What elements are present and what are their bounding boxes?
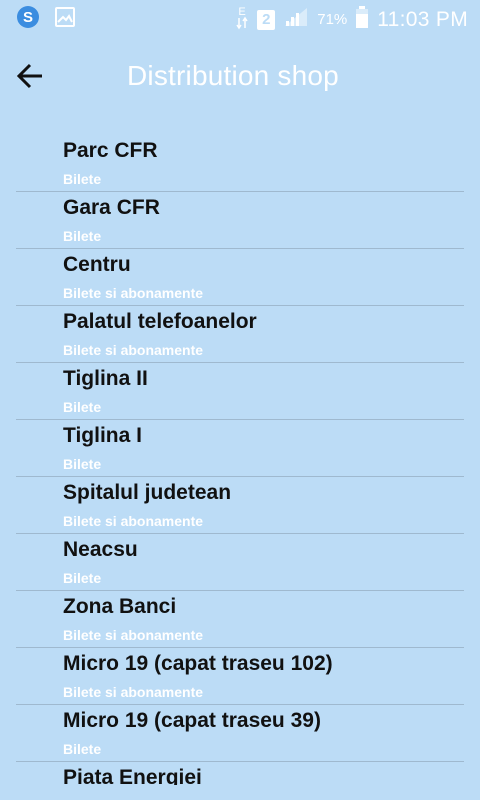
shop-type: Bilete si abonamente (63, 627, 204, 643)
shop-name: Parc CFR (63, 139, 158, 162)
arrow-back-icon (15, 61, 45, 96)
shop-name: Zona Banci (63, 595, 177, 618)
status-bar-notifications: S (16, 5, 76, 34)
shop-type: Bilete (63, 399, 102, 415)
signal-icon (283, 6, 309, 33)
shop-type: Bilete (63, 570, 102, 586)
shop-name: Micro 19 (capat traseu 39) (63, 709, 321, 732)
list-item[interactable]: Palatul telefoanelor Bilete si abonamente (0, 306, 480, 363)
status-bar-system: E 2 71% 11:03 PM (235, 4, 468, 35)
list-item[interactable]: Piata Energiei (0, 762, 480, 785)
list-item[interactable]: Spitalul judetean Bilete si abonamente (0, 477, 480, 534)
list-item[interactable]: Neacsu Bilete (0, 534, 480, 591)
gallery-icon (54, 6, 76, 33)
shop-name: Neacsu (63, 538, 138, 561)
skype-icon: S (16, 5, 40, 34)
shop-type: Bilete si abonamente (63, 684, 204, 700)
clock: 11:03 PM (377, 7, 468, 31)
distribution-shop-list[interactable]: Parc CFR Bilete Gara CFR Bilete Centru Bilete… (0, 135, 480, 785)
svg-text:S: S (23, 9, 33, 26)
shop-name: Spitalul judetean (63, 481, 232, 504)
list-item[interactable]: Micro 19 (capat traseu 102) Bilete si abo… (0, 648, 480, 705)
shop-type: Bilete (63, 171, 102, 187)
battery-percent: 71% (317, 11, 348, 28)
sim-slot-badge: 2 (257, 9, 276, 30)
battery-icon (355, 5, 369, 34)
shop-name: Tiglina II (63, 367, 148, 390)
shop-name: Micro 19 (capat traseu 102) (63, 652, 333, 675)
shop-type: Bilete si abonamente (63, 285, 204, 301)
shop-name: Centru (63, 253, 131, 276)
shop-type: Bilete (63, 741, 102, 757)
shop-type: Bilete (63, 456, 102, 472)
network-type-icon: E (235, 4, 249, 35)
shop-name: Palatul telefoanelor (63, 310, 257, 333)
status-bar: S E 2 71% 11:03 PM (0, 0, 480, 36)
network-type-label: E (239, 6, 246, 18)
list-item[interactable]: Parc CFR Bilete (0, 135, 480, 192)
shop-name: Gara CFR (63, 196, 160, 219)
shop-name: Piata Energiei (63, 766, 202, 785)
back-button[interactable] (8, 56, 52, 100)
shop-name: Tiglina I (63, 424, 142, 447)
list-item[interactable]: Tiglina II Bilete (0, 363, 480, 420)
list-item[interactable]: Micro 19 (capat traseu 39) Bilete (0, 705, 480, 762)
list-item[interactable]: Centru Bilete si abonamente (0, 249, 480, 306)
app-bar: Distribution shop (0, 44, 480, 114)
shop-type: Bilete (63, 228, 102, 244)
list-item[interactable]: Tiglina I Bilete (0, 420, 480, 477)
page-title: Distribution shop (127, 60, 339, 91)
list-item[interactable]: Gara CFR Bilete (0, 192, 480, 249)
shop-type: Bilete si abonamente (63, 342, 204, 358)
list-item[interactable]: Zona Banci Bilete si abonamente (0, 591, 480, 648)
shop-type: Bilete si abonamente (63, 513, 204, 529)
